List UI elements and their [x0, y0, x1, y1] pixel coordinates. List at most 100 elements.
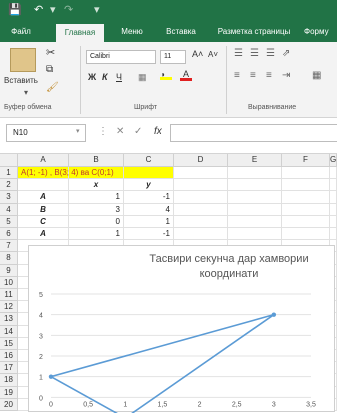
- cell[interactable]: [330, 191, 337, 204]
- cell[interactable]: 1: [69, 191, 124, 204]
- row-header[interactable]: 18: [0, 374, 18, 387]
- cell[interactable]: [282, 167, 330, 180]
- cell[interactable]: 4: [124, 203, 174, 216]
- cell[interactable]: [330, 215, 337, 228]
- row-header[interactable]: 20: [0, 398, 18, 411]
- row-header[interactable]: 11: [0, 289, 18, 302]
- font-size-select[interactable]: 11: [160, 50, 186, 64]
- cell[interactable]: 1: [124, 215, 174, 228]
- row-header[interactable]: 14: [0, 325, 18, 338]
- cell[interactable]: [174, 228, 228, 241]
- name-box-dropdown-icon[interactable]: ▾: [76, 127, 80, 137]
- customize-toolbar-icon[interactable]: ▾: [94, 5, 100, 16]
- cell[interactable]: A: [18, 228, 69, 241]
- row-header[interactable]: 3: [0, 191, 18, 204]
- cell[interactable]: A: [18, 191, 69, 204]
- font-name-select[interactable]: Calibri: [86, 50, 156, 64]
- undo-icon[interactable]: ↶: [34, 5, 43, 16]
- cell[interactable]: [174, 215, 228, 228]
- cell[interactable]: 1: [69, 228, 124, 241]
- save-icon[interactable]: 💾: [8, 5, 22, 16]
- cell[interactable]: A(1; -1) , B(3; 4) ва C(0;1): [18, 167, 114, 180]
- cell[interactable]: [228, 203, 282, 216]
- undo-dropdown-icon[interactable]: ▾: [50, 5, 56, 16]
- shrink-font-button[interactable]: A˅: [208, 50, 218, 59]
- align-right-icon[interactable]: ≡: [266, 70, 272, 81]
- align-center-icon[interactable]: ≡: [250, 70, 256, 81]
- format-painter-icon[interactable]: 🖌: [46, 82, 59, 93]
- cell[interactable]: [174, 179, 228, 192]
- enter-icon[interactable]: ✓: [134, 127, 142, 137]
- cancel-icon[interactable]: ✕: [116, 127, 124, 137]
- tab-formulas[interactable]: Форму: [304, 22, 337, 42]
- bold-button[interactable]: Ж: [88, 72, 96, 82]
- cell[interactable]: 0: [69, 215, 124, 228]
- row-header[interactable]: 4: [0, 203, 18, 216]
- cell[interactable]: [228, 215, 282, 228]
- cell[interactable]: x: [69, 179, 124, 192]
- cell[interactable]: B: [18, 203, 69, 216]
- paste-button[interactable]: Вставить: [4, 76, 38, 85]
- cell[interactable]: [174, 167, 228, 180]
- column-header[interactable]: E: [228, 154, 282, 167]
- cell[interactable]: 3: [69, 203, 124, 216]
- cell[interactable]: [228, 167, 282, 180]
- select-all-corner[interactable]: [0, 154, 18, 167]
- row-header[interactable]: 8: [0, 252, 18, 265]
- cell[interactable]: [174, 203, 228, 216]
- column-header[interactable]: F: [282, 154, 330, 167]
- italic-button[interactable]: К: [102, 72, 108, 82]
- cell[interactable]: [124, 167, 174, 180]
- column-header[interactable]: D: [174, 154, 228, 167]
- cell[interactable]: [282, 191, 330, 204]
- merge-icon[interactable]: ▦: [312, 70, 321, 81]
- row-header[interactable]: 9: [0, 264, 18, 277]
- cell[interactable]: [18, 179, 69, 192]
- column-header[interactable]: G: [330, 154, 337, 167]
- cell[interactable]: [174, 191, 228, 204]
- row-header[interactable]: 6: [0, 228, 18, 241]
- align-left-icon[interactable]: ≡: [234, 70, 240, 81]
- cell[interactable]: [330, 179, 337, 192]
- tab-insert[interactable]: Вставка: [156, 22, 206, 42]
- row-header[interactable]: 2: [0, 179, 18, 192]
- column-header[interactable]: B: [69, 154, 124, 167]
- tab-home[interactable]: Главная: [56, 24, 104, 42]
- cell[interactable]: C: [18, 215, 69, 228]
- underline-button[interactable]: Ч: [116, 72, 122, 82]
- cut-icon[interactable]: ✂: [46, 46, 55, 59]
- redo-icon[interactable]: ↷: [64, 5, 73, 16]
- row-header[interactable]: 7: [0, 240, 18, 253]
- row-header[interactable]: 1: [0, 167, 18, 180]
- font-color-icon[interactable]: A: [180, 70, 192, 81]
- chart[interactable]: Тасвири секунча дар хамвории координати …: [28, 245, 335, 413]
- fill-color-icon[interactable]: ◑: [160, 70, 172, 80]
- row-header[interactable]: 19: [0, 386, 18, 399]
- column-header[interactable]: A: [18, 154, 69, 167]
- column-header[interactable]: C: [124, 154, 174, 167]
- align-top-icon[interactable]: ☰: [234, 48, 243, 59]
- row-header[interactable]: 15: [0, 337, 18, 350]
- paste-dropdown-icon[interactable]: ▾: [24, 88, 28, 97]
- borders-icon[interactable]: ▦: [138, 72, 147, 83]
- cell[interactable]: -1: [124, 228, 174, 241]
- align-bottom-icon[interactable]: ☰: [266, 48, 275, 59]
- row-header[interactable]: 13: [0, 313, 18, 326]
- orientation-icon[interactable]: ⇗: [282, 48, 290, 59]
- formula-input[interactable]: [170, 124, 337, 142]
- tab-page-layout[interactable]: Разметка страницы: [212, 22, 296, 42]
- paste-icon[interactable]: [10, 48, 36, 72]
- name-box[interactable]: N10: [6, 124, 86, 142]
- cell[interactable]: y: [124, 179, 174, 192]
- row-header[interactable]: 12: [0, 301, 18, 314]
- cell[interactable]: [330, 167, 337, 180]
- cell[interactable]: [282, 215, 330, 228]
- copy-icon[interactable]: ⧉: [46, 64, 53, 75]
- cell[interactable]: [282, 228, 330, 241]
- cell[interactable]: [282, 203, 330, 216]
- align-middle-icon[interactable]: ☰: [250, 48, 259, 59]
- insert-function-icon[interactable]: fx: [154, 127, 162, 137]
- cell[interactable]: -1: [124, 191, 174, 204]
- cell[interactable]: [228, 179, 282, 192]
- row-header[interactable]: 17: [0, 362, 18, 375]
